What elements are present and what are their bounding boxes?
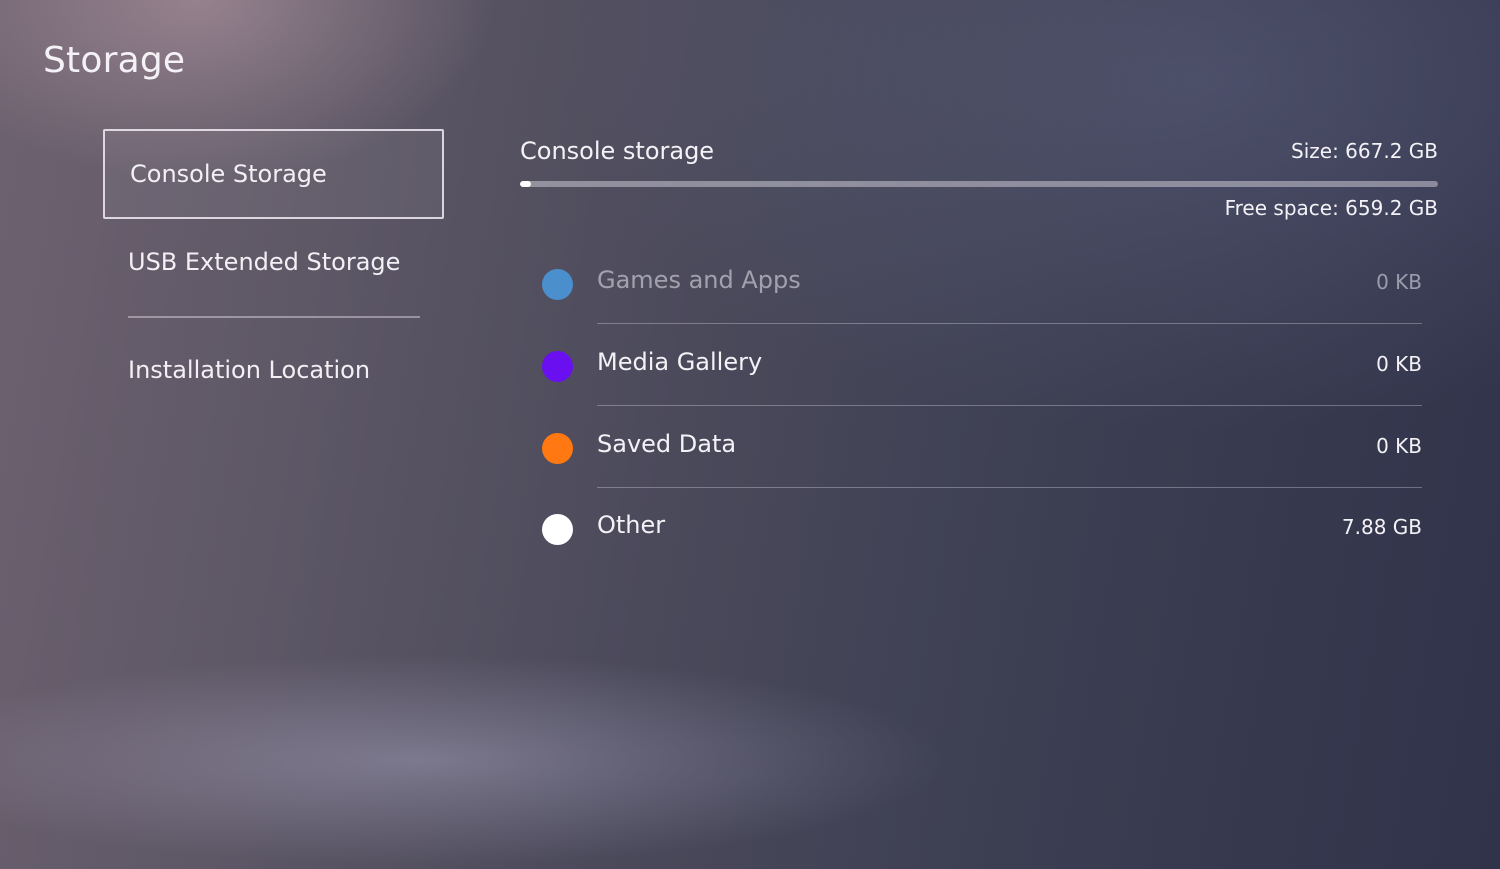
storage-title: Console storage <box>520 137 715 165</box>
media-gallery-color-dot <box>542 351 573 382</box>
sidebar-item-usb-extended-storage[interactable]: USB Extended Storage <box>103 242 444 282</box>
category-saved-data[interactable]: Saved Data 0 KB <box>540 408 1422 488</box>
storage-usage-fill <box>520 181 532 187</box>
sidebar-divider <box>128 316 420 318</box>
other-color-dot <box>542 514 573 545</box>
category-games-and-apps[interactable]: Games and Apps 0 KB <box>540 244 1422 324</box>
category-divider <box>597 405 1422 406</box>
storage-free-space: Free space: 659.2 GB <box>1224 196 1438 220</box>
storage-usage-bar <box>520 181 1438 187</box>
category-label: Media Gallery <box>597 348 763 376</box>
games-and-apps-color-dot <box>542 269 573 300</box>
category-amount: 0 KB <box>1376 434 1422 458</box>
sidebar-item-installation-location[interactable]: Installation Location <box>103 350 444 390</box>
category-label: Saved Data <box>597 430 737 458</box>
category-divider <box>597 323 1422 324</box>
category-label: Games and Apps <box>597 266 801 294</box>
saved-data-color-dot <box>542 433 573 464</box>
category-amount: 0 KB <box>1376 270 1422 294</box>
sidebar-item-label: Installation Location <box>128 356 371 384</box>
storage-size: Size: 667.2 GB <box>1291 139 1438 163</box>
sidebar-item-label: USB Extended Storage <box>128 248 401 276</box>
category-amount: 0 KB <box>1376 352 1422 376</box>
category-other[interactable]: Other 7.88 GB <box>540 489 1422 569</box>
category-divider <box>597 487 1422 488</box>
category-amount: 7.88 GB <box>1341 515 1422 539</box>
category-media-gallery[interactable]: Media Gallery 0 KB <box>540 326 1422 406</box>
sidebar-item-console-storage[interactable]: Console Storage <box>103 129 444 219</box>
page-title: Storage <box>43 40 186 81</box>
sidebar-item-label: Console Storage <box>130 160 327 188</box>
category-label: Other <box>597 511 666 539</box>
